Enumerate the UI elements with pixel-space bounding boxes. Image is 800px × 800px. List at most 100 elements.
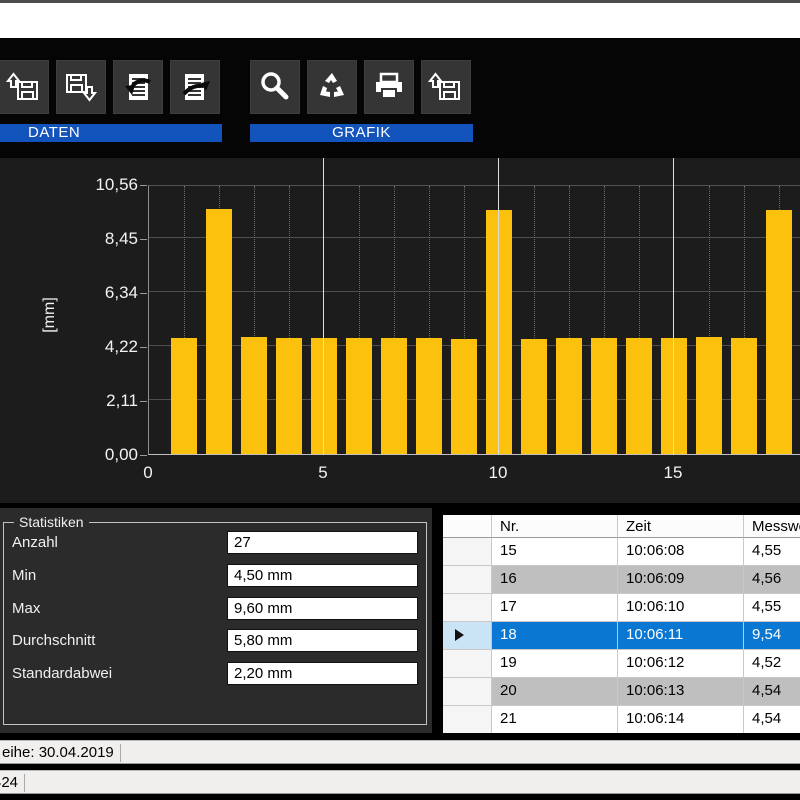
row-selector-cell[interactable] — [443, 566, 492, 594]
cell-nr[interactable]: 19 — [492, 650, 618, 678]
table-row[interactable]: 2110:06:144,54 — [443, 706, 800, 733]
measurement-table[interactable]: Nr.ZeitMesswert1510:06:084,551610:06:094… — [443, 515, 800, 733]
bar — [416, 338, 442, 454]
column-header-zeit[interactable]: Zeit — [618, 515, 744, 538]
x-tick-label: 15 — [656, 463, 690, 483]
cell-zeit[interactable]: 10:06:12 — [618, 650, 744, 678]
printer-icon — [371, 69, 407, 105]
table-row[interactable]: 1810:06:119,54 — [443, 622, 800, 650]
column-header-nr[interactable]: Nr. — [492, 515, 618, 538]
table-row[interactable]: 1610:06:094,56 — [443, 566, 800, 594]
bar — [241, 337, 267, 454]
cell-nr[interactable]: 21 — [492, 706, 618, 733]
stat-value-max[interactable] — [227, 597, 418, 620]
x-tick-label: 5 — [306, 463, 340, 483]
bar — [731, 338, 757, 454]
cell-mess[interactable]: 4,55 — [744, 538, 800, 566]
cell-mess[interactable]: 9,54 — [744, 622, 800, 650]
toolbar-group-grafik-label: GRAFIK — [250, 124, 473, 142]
cell-mess[interactable]: 4,52 — [744, 650, 800, 678]
y-tick-mark — [140, 401, 147, 402]
x-tick-label: 0 — [131, 463, 165, 483]
row-selector-cell[interactable] — [443, 538, 492, 566]
row-selector-cell[interactable] — [443, 706, 492, 733]
floppy-arrow-down-icon — [63, 69, 99, 105]
bar — [346, 338, 372, 454]
bar — [276, 338, 302, 454]
stat-value-min[interactable] — [227, 564, 418, 587]
status-bar-count: 424 — [0, 770, 800, 794]
h-gridline — [149, 237, 800, 238]
status-count-text: 424 — [0, 771, 18, 794]
toolbar-group-daten-label: DATEN — [0, 124, 222, 142]
y-tick-mark — [140, 347, 147, 348]
print-button[interactable] — [364, 60, 414, 114]
y-tick-label: 0,00 — [78, 445, 138, 465]
report-forward-button[interactable] — [170, 60, 220, 114]
stat-label-min: Min — [12, 567, 36, 584]
column-header-messwert[interactable]: Messwert — [744, 515, 800, 538]
cell-mess[interactable]: 4,55 — [744, 594, 800, 622]
stat-value-anzahl[interactable] — [227, 531, 418, 554]
floppy-arrow-up-icon — [6, 69, 42, 105]
cell-nr[interactable]: 15 — [492, 538, 618, 566]
cell-nr[interactable]: 20 — [492, 678, 618, 706]
stat-value-durchschnitt[interactable] — [227, 629, 418, 652]
zoom-button[interactable] — [250, 60, 300, 114]
statistics-panel: Statistiken AnzahlMinMaxDurchschnittStan… — [0, 508, 432, 733]
row-selector-cell[interactable] — [443, 678, 492, 706]
y-tick-mark — [140, 455, 147, 456]
table-row[interactable]: 1910:06:124,52 — [443, 650, 800, 678]
h-gridline — [149, 291, 800, 292]
v-gridline-major — [323, 158, 324, 455]
cell-nr[interactable]: 16 — [492, 566, 618, 594]
cell-nr[interactable]: 17 — [492, 594, 618, 622]
bar — [591, 338, 617, 454]
chart-panel: [mm] 0,002,114,226,348,4510,56051015 — [0, 158, 800, 503]
status-separator — [120, 744, 121, 762]
stat-row: Standardabwei — [0, 662, 432, 686]
save-data-button[interactable] — [56, 60, 106, 114]
document-arrow-right-icon — [177, 69, 213, 105]
cell-zeit[interactable]: 10:06:10 — [618, 594, 744, 622]
bar — [311, 338, 337, 454]
cell-zeit[interactable]: 10:06:08 — [618, 538, 744, 566]
row-selector-cell[interactable] — [443, 650, 492, 678]
cell-zeit[interactable]: 10:06:09 — [618, 566, 744, 594]
x-tick-label: 10 — [481, 463, 515, 483]
load-data-button[interactable] — [0, 60, 49, 114]
cell-zeit[interactable]: 10:06:13 — [618, 678, 744, 706]
bar — [206, 209, 232, 454]
cell-zeit[interactable]: 10:06:11 — [618, 622, 744, 650]
stat-value-standardabwei[interactable] — [227, 662, 418, 685]
cell-mess[interactable]: 4,54 — [744, 678, 800, 706]
bar — [451, 339, 477, 454]
status-date-text: eihe: 30.04.2019 — [2, 741, 114, 764]
save-graphic-button[interactable] — [421, 60, 471, 114]
y-tick-label: 8,45 — [78, 229, 138, 249]
stat-row: Durchschnitt — [0, 629, 432, 653]
cell-nr[interactable]: 18 — [492, 622, 618, 650]
row-selector-cell[interactable] — [443, 594, 492, 622]
stat-label-anzahl: Anzahl — [12, 534, 58, 551]
table-row[interactable]: 1510:06:084,55 — [443, 538, 800, 566]
y-tick-label: 10,56 — [78, 175, 138, 195]
table-row[interactable]: 1710:06:104,55 — [443, 594, 800, 622]
document-arrow-left-icon — [120, 69, 156, 105]
y-tick-label: 4,22 — [78, 337, 138, 357]
recycle-button[interactable] — [307, 60, 357, 114]
cell-mess[interactable]: 4,56 — [744, 566, 800, 594]
report-back-button[interactable] — [113, 60, 163, 114]
bar — [171, 338, 197, 454]
bar — [626, 338, 652, 454]
row-selector-cell[interactable] — [443, 622, 492, 650]
table-row[interactable]: 2010:06:134,54 — [443, 678, 800, 706]
statistics-title: Statistiken — [14, 514, 89, 530]
y-tick-mark — [140, 239, 147, 240]
cell-mess[interactable]: 4,54 — [744, 706, 800, 733]
bar — [696, 337, 722, 454]
cell-zeit[interactable]: 10:06:14 — [618, 706, 744, 733]
magnifier-icon — [257, 69, 293, 105]
row-selector-header[interactable] — [443, 515, 492, 538]
y-tick-label: 2,11 — [78, 391, 138, 411]
